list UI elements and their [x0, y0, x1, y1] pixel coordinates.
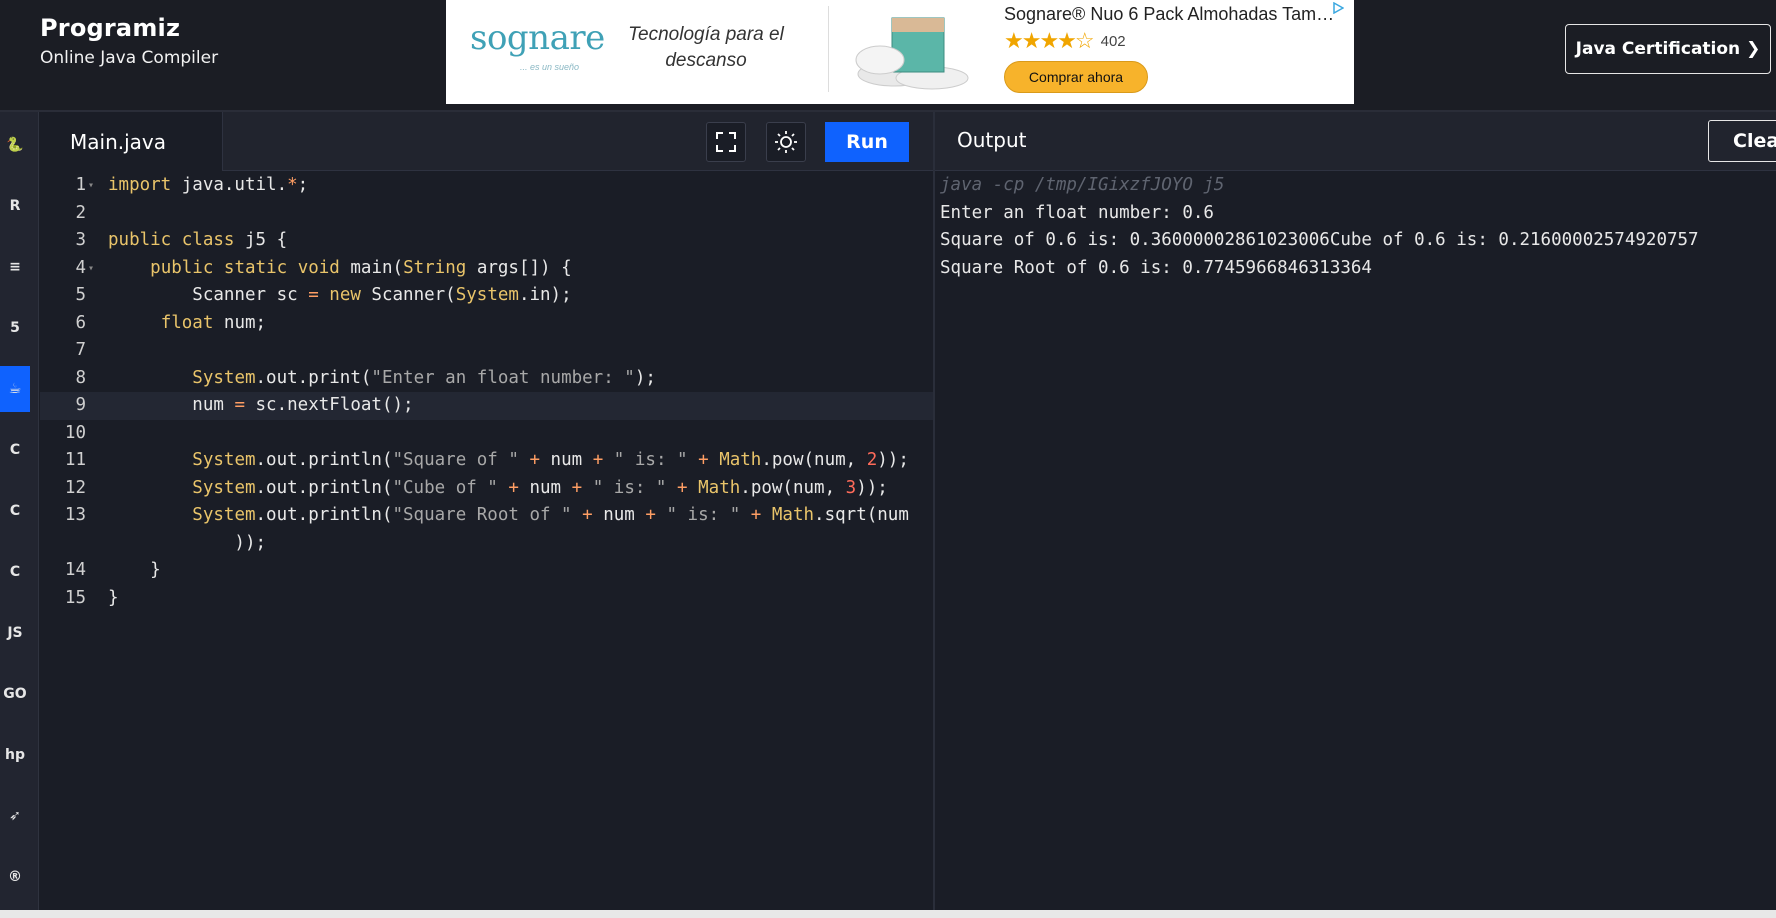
- line-number: 8: [75, 367, 86, 388]
- ad-buy-button[interactable]: Comprar ahora: [1004, 61, 1148, 93]
- line-number: 5: [75, 285, 86, 305]
- output-toolbar: Output Clear: [935, 112, 1776, 171]
- output-line: Square Root of 0.6 is: 0.774596684631336…: [940, 257, 1372, 278]
- code-line[interactable]: 11 System.out.println("Square of " + num…: [40, 447, 934, 475]
- page-subtitle: Online Java Compiler: [40, 48, 219, 68]
- file-tab-main-java[interactable]: Main.java: [40, 112, 223, 171]
- ad-brand-tagline: ... es un sueño: [520, 62, 580, 72]
- output-console[interactable]: java -cp /tmp/IGixzfJOYO j5 Enter an floa…: [940, 172, 1699, 282]
- code-text: System.out.println("Square of " + num + …: [192, 450, 909, 470]
- line-number: 7: [75, 340, 86, 360]
- code-editor-panel: Main.java Run 1 ▾ import java.util.*; 2 3 pub…: [40, 112, 934, 912]
- code-line[interactable]: 15}: [40, 585, 934, 613]
- line-number: 3: [75, 230, 86, 250]
- language-python-icon[interactable]: 🐍: [0, 122, 30, 168]
- adchoices-icon[interactable]: [1332, 1, 1345, 15]
- code-line[interactable]: 2: [40, 200, 934, 228]
- line-number: 11: [64, 450, 86, 470]
- fold-arrow-icon[interactable]: ▾: [88, 255, 94, 283]
- code-text: import java.util.*;: [108, 175, 309, 195]
- pillow-product-image[interactable]: [854, 8, 974, 92]
- language-php-icon[interactable]: hp: [0, 732, 30, 778]
- code-text: ));: [108, 532, 267, 553]
- rating-count: 402: [1100, 32, 1126, 50]
- output-line: Enter an float number: 0.6: [940, 202, 1214, 223]
- line-number: 6: [75, 312, 86, 333]
- brand[interactable]: Programiz Online Java Compiler: [40, 14, 218, 68]
- code-line[interactable]: 9 num = sc.nextFloat();: [40, 392, 934, 420]
- code-text: public class j5 {: [108, 230, 288, 250]
- line-number: 13: [64, 505, 86, 525]
- run-button[interactable]: Run: [825, 122, 909, 162]
- code-text: num = sc.nextFloat();: [108, 395, 414, 415]
- advertisement-banner[interactable]: sognare ... es un sueño Tecnología para …: [446, 0, 1354, 104]
- output-command-line: java -cp /tmp/IGixzfJOYO j5: [940, 175, 1225, 195]
- output-panel: Output Clear java -cp /tmp/IGixzfJOYO j5…: [935, 112, 1776, 912]
- code-line[interactable]: 3 public class j5 {: [40, 227, 934, 255]
- line-number: 2: [75, 202, 86, 223]
- code-line[interactable]: 5 Scanner sc = new Scanner(System.in);: [40, 282, 934, 310]
- code-text: }: [108, 587, 119, 608]
- code-text: public static void main(String args[]) {: [150, 257, 572, 278]
- code-line[interactable]: 1 ▾ import java.util.*;: [40, 172, 934, 200]
- bottom-edge: [0, 910, 1776, 918]
- fullscreen-icon: [716, 132, 736, 152]
- code-text: System.out.println("Square Root of " + n…: [192, 505, 909, 525]
- code-line[interactable]: 6 float num;: [40, 310, 934, 338]
- ad-brand-logo[interactable]: sognare ... es un sueño: [470, 18, 610, 78]
- language-sidebar: 🐍 R ≡ 5 ☕ C C C JS GO hp ➶ ®: [0, 112, 39, 912]
- code-line[interactable]: 10: [40, 420, 934, 448]
- language-go-icon[interactable]: GO: [0, 671, 30, 717]
- fold-arrow-icon[interactable]: ▾: [88, 172, 94, 200]
- fullscreen-button[interactable]: [706, 122, 746, 162]
- theme-toggle-button[interactable]: [766, 122, 806, 162]
- code-text: System.out.print("Enter an float number:…: [192, 367, 656, 388]
- ad-tagline: Tecnología para el descanso: [628, 24, 784, 71]
- language-html-icon[interactable]: 5: [0, 305, 30, 351]
- sun-icon: [775, 131, 797, 153]
- language-c-icon[interactable]: C: [0, 427, 30, 473]
- code-text: Scanner sc = new Scanner(System.in);: [108, 285, 572, 305]
- line-number: 1: [75, 175, 86, 195]
- language-js-icon[interactable]: JS: [0, 610, 30, 656]
- code-text: System.out.println("Cube of " + num + " …: [192, 477, 888, 498]
- line-number: 4: [75, 257, 86, 278]
- language-r-icon[interactable]: R: [0, 183, 30, 229]
- code-line[interactable]: 13 System.out.println("Square Root of " …: [40, 502, 934, 530]
- line-number: 10: [64, 422, 86, 443]
- java-certification-button[interactable]: Java Certification ❯: [1565, 24, 1771, 74]
- ad-brand-word: sognare: [470, 18, 605, 58]
- ad-rating: ★★★★☆ 402: [1004, 28, 1126, 54]
- clear-button[interactable]: Clear: [1708, 120, 1776, 162]
- language-csharp-icon[interactable]: C: [0, 549, 30, 595]
- line-number: 9: [75, 395, 86, 415]
- code-line[interactable]: ));: [40, 530, 934, 558]
- line-number: 14: [64, 560, 86, 580]
- code-text: }: [108, 560, 161, 580]
- code-line[interactable]: 4 ▾ public static void main(String args[]…: [40, 255, 934, 283]
- language-sql-icon[interactable]: ≡: [0, 244, 30, 290]
- editor-toolbar: Main.java Run: [40, 112, 934, 171]
- ad-divider: [828, 6, 829, 92]
- code-line[interactable]: 8 System.out.print("Enter an float numbe…: [40, 365, 934, 393]
- line-number: 15: [64, 587, 86, 608]
- ad-product-title[interactable]: Sognare® Nuo 6 Pack Almohadas Tama…: [1004, 4, 1340, 25]
- rating-stars-icon: ★★★★☆: [1004, 28, 1095, 53]
- language-rust-icon[interactable]: ®: [0, 854, 30, 900]
- code-text: float num;: [160, 312, 267, 333]
- language-swift-icon[interactable]: ➶: [0, 793, 30, 839]
- language-java-icon[interactable]: ☕: [0, 366, 30, 412]
- code-line[interactable]: 14 }: [40, 557, 934, 585]
- top-header: Programiz Online Java Compiler sognare .…: [0, 0, 1776, 110]
- code-line[interactable]: 12 System.out.println("Cube of " + num +…: [40, 475, 934, 503]
- language-cpp-icon[interactable]: C: [0, 488, 30, 534]
- programiz-logo[interactable]: Programiz: [40, 14, 218, 42]
- code-line[interactable]: 7: [40, 337, 934, 365]
- output-line: Square of 0.6 is: 0.36000002861023006Cub…: [940, 230, 1699, 250]
- line-number: 12: [64, 477, 86, 498]
- output-title: Output: [957, 128, 1027, 152]
- code-area[interactable]: 1 ▾ import java.util.*; 2 3 public class j5 {…: [40, 172, 934, 612]
